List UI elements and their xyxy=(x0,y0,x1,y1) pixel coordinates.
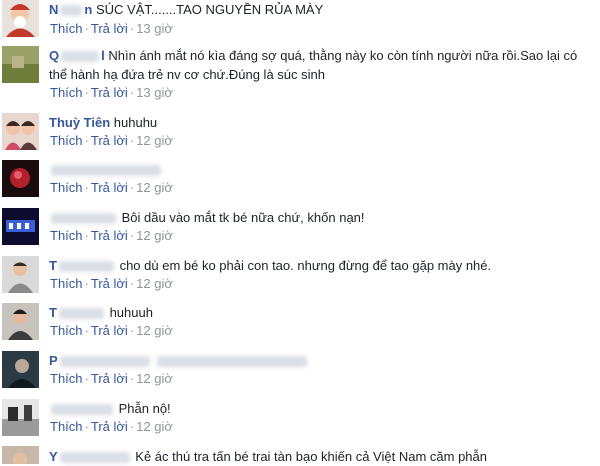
comment-actions: Thích · Trả lời · 12 giờ xyxy=(50,371,173,386)
comment-item: Thuỳ Tiên huhuhu Thích · Trả lời · 12 giờ xyxy=(0,113,600,159)
comment-item: P Thích · Trả lời · 12 giờ xyxy=(0,351,600,397)
comment-actions: Thích · Trả lời · 12 giờ xyxy=(50,419,173,434)
comment-time[interactable]: 12 giờ xyxy=(136,180,173,195)
comment-actions: Thích · Trả lời · 12 giờ xyxy=(50,323,173,338)
comment-time[interactable]: 13 giờ xyxy=(136,85,173,100)
like-link[interactable]: Thích xyxy=(50,85,83,100)
commenter-name[interactable]: Thuỳ Tiên xyxy=(49,115,110,130)
comment-text-line: Phẫn nộ! xyxy=(49,399,594,418)
comment-item: Thích · Trả lời · 12 giờ xyxy=(0,160,600,206)
comment-item: Nn SÚC VẬT.......TAO NGUYỀN RỦA MÀY Thíc… xyxy=(0,0,600,46)
avatar[interactable] xyxy=(2,256,39,293)
commenter-name[interactable]: Nn xyxy=(49,2,92,17)
comment-time[interactable]: 12 giờ xyxy=(136,133,173,148)
avatar[interactable] xyxy=(2,160,39,197)
reply-link[interactable]: Trả lời xyxy=(91,228,128,243)
avatar[interactable] xyxy=(2,351,39,388)
avatar[interactable] xyxy=(2,399,39,436)
comment-text-line: T cho dù em bé ko phải con tao. nhưng đừ… xyxy=(49,256,594,275)
comment-text-line: Thuỳ Tiên huhuhu xyxy=(49,113,594,132)
comment-time[interactable]: 12 giờ xyxy=(136,276,173,291)
comment-item: Ql Nhìn ánh mắt nó kìa đáng sợ quá, thằn… xyxy=(0,46,600,106)
comment-text-line: Y Kẻ ác thú tra tấn bé trai tàn bạo khiế… xyxy=(49,447,594,466)
like-link[interactable]: Thích xyxy=(50,419,83,434)
comment-text-line: Bôi dầu vào mắt tk bé nữa chứ, khốn nạn! xyxy=(49,208,594,227)
comment-text-line: T huhuuh xyxy=(49,303,594,322)
reply-link[interactable]: Trả lời xyxy=(91,85,128,100)
blurred-name xyxy=(51,165,161,177)
reply-link[interactable]: Trả lời xyxy=(91,21,128,36)
avatar[interactable] xyxy=(2,208,39,245)
like-link[interactable]: Thích xyxy=(50,371,83,386)
comment-body: huhuhu xyxy=(113,115,158,130)
commenter-name[interactable]: Ql xyxy=(49,48,105,63)
commenter-name[interactable] xyxy=(49,401,115,416)
reply-link[interactable]: Trả lời xyxy=(91,371,128,386)
comment-text-line: Ql Nhìn ánh mắt nó kìa đáng sợ quá, thằn… xyxy=(49,46,594,84)
comment-text-line xyxy=(49,160,594,179)
commenter-name[interactable]: T xyxy=(49,258,116,273)
avatar[interactable] xyxy=(2,113,39,150)
commenter-name[interactable]: Y xyxy=(49,449,132,464)
reply-link[interactable]: Trả lời xyxy=(91,276,128,291)
comment-body: Bôi dầu vào mắt tk bé nữa chứ, khốn nạn! xyxy=(121,210,365,225)
comment-item: Y Kẻ ác thú tra tấn bé trai tàn bạo khiế… xyxy=(0,446,600,464)
comment-body: Kẻ ác thú tra tấn bé trai tàn bạo khiến … xyxy=(135,449,487,464)
avatar[interactable] xyxy=(2,46,39,83)
avatar[interactable] xyxy=(2,0,39,37)
comment-time[interactable]: 12 giờ xyxy=(136,419,173,434)
avatar[interactable] xyxy=(2,446,39,464)
comment-time[interactable]: 12 giờ xyxy=(136,371,173,386)
comment-actions: Thích · Trả lời · 12 giờ xyxy=(50,180,173,195)
reply-link[interactable]: Trả lời xyxy=(91,419,128,434)
commenter-name[interactable] xyxy=(49,210,118,225)
commenter-name[interactable]: P xyxy=(49,353,152,368)
reply-link[interactable]: Trả lời xyxy=(91,133,128,148)
comment-actions: Thích · Trả lời · 12 giờ xyxy=(50,133,173,148)
like-link[interactable]: Thích xyxy=(50,228,83,243)
comment-body: Nhìn ánh mắt nó kìa đáng sợ quá, thằng n… xyxy=(49,48,578,82)
comment-item: Phẫn nộ! Thích · Trả lời · 12 giờ xyxy=(0,399,600,445)
comment-body: SÚC VẬT.......TAO NGUYỀN RỦA MÀY xyxy=(95,2,324,17)
comment-item: T huhuuh Thích · Trả lời · 12 giờ xyxy=(0,303,600,349)
comment-time[interactable]: 12 giờ xyxy=(136,323,173,338)
comment-time[interactable]: 12 giờ xyxy=(136,228,173,243)
comment-actions: Thích · Trả lời · 13 giờ xyxy=(50,85,173,100)
comment-actions: Thích · Trả lời · 12 giờ xyxy=(50,276,173,291)
commenter-name[interactable]: T xyxy=(49,305,106,320)
comment-body: cho dù em bé ko phải con tao. nhưng đừng… xyxy=(119,258,492,273)
comment-body: Phẫn nộ! xyxy=(118,401,171,416)
avatar[interactable] xyxy=(2,303,39,340)
comment-text-line: Nn SÚC VẬT.......TAO NGUYỀN RỦA MÀY xyxy=(49,0,594,19)
blurred-text xyxy=(157,356,308,368)
comment-text-line: P xyxy=(49,351,594,370)
comment-actions: Thích · Trả lời · 12 giờ xyxy=(50,228,173,243)
like-link[interactable]: Thích xyxy=(50,323,83,338)
like-link[interactable]: Thích xyxy=(50,21,83,36)
like-link[interactable]: Thích xyxy=(50,133,83,148)
comment-actions: Thích · Trả lời · 13 giờ xyxy=(50,21,173,36)
comment-item: T cho dù em bé ko phải con tao. nhưng đừ… xyxy=(0,256,600,302)
like-link[interactable]: Thích xyxy=(50,180,83,195)
reply-link[interactable]: Trả lời xyxy=(91,323,128,338)
comment-body: huhuuh xyxy=(109,305,153,320)
comment-item: Bôi dầu vào mắt tk bé nữa chứ, khốn nạn!… xyxy=(0,208,600,254)
comment-time[interactable]: 13 giờ xyxy=(136,21,173,36)
like-link[interactable]: Thích xyxy=(50,276,83,291)
reply-link[interactable]: Trả lời xyxy=(91,180,128,195)
